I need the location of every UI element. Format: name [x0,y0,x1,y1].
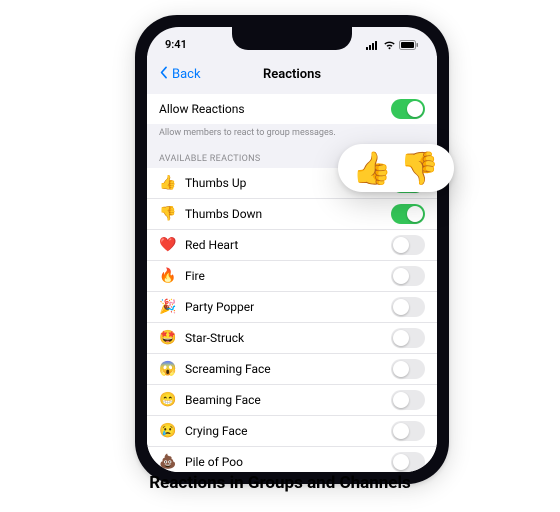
battery-icon [399,40,419,50]
reaction-emoji: 👍 [159,176,177,190]
reaction-toggle[interactable] [391,452,425,472]
back-label: Back [172,67,201,82]
chevron-left-icon [157,66,170,83]
reaction-row: 👎 Thumbs Down [147,198,437,229]
reaction-emoji: ❤️ [159,238,177,252]
screen: 9:41 Bac [147,27,437,472]
phone-frame: 9:41 Bac [135,15,449,484]
back-button[interactable]: Back [157,66,201,83]
reaction-row: 💩 Pile of Poo [147,446,437,472]
reaction-label: Crying Face [185,424,391,438]
reaction-row: 😁 Beaming Face [147,384,437,415]
reaction-label: Screaming Face [185,362,391,376]
reaction-list: 👍Thumbs Up👎Thumbs Down❤️Red Heart🔥Fire🎉P… [147,168,437,472]
reaction-toggle[interactable] [391,235,425,255]
reaction-toggle[interactable] [391,297,425,317]
reaction-popover: 👍 👎 [338,144,454,192]
reaction-emoji: 🎉 [159,300,177,314]
thumbs-up-icon: 👍 [352,152,392,184]
reaction-emoji: 🤩 [159,331,177,345]
reaction-toggle[interactable] [391,421,425,441]
reaction-row: 🤩 Star-Struck [147,322,437,353]
reaction-toggle[interactable] [391,266,425,286]
reaction-row: 😢 Crying Face [147,415,437,446]
wifi-icon [383,40,396,50]
reaction-toggle[interactable] [391,390,425,410]
notch [232,27,352,50]
reaction-label: Fire [185,269,391,283]
reaction-toggle[interactable] [391,359,425,379]
signal-icon [366,40,380,50]
caption: Reactions in Groups and Channels [0,473,560,493]
allow-reactions-toggle[interactable] [391,99,425,119]
reaction-label: Pile of Poo [185,455,391,469]
reaction-label: Party Popper [185,300,391,314]
allow-reactions-row: Allow Reactions [147,94,437,124]
reaction-row: 🔥 Fire [147,260,437,291]
reaction-row: ❤️ Red Heart [147,229,437,260]
reaction-emoji: 👎 [159,207,177,221]
reaction-row: 😱 Screaming Face [147,353,437,384]
reaction-label: Beaming Face [185,393,391,407]
reaction-label: Red Heart [185,238,391,252]
thumbs-down-icon: 👎 [400,152,440,184]
nav-bar: Back Reactions [147,56,437,92]
allow-reactions-label: Allow Reactions [159,102,391,116]
reaction-label: Thumbs Down [185,207,391,221]
reaction-label: Star-Struck [185,331,391,345]
reaction-emoji: 😱 [159,362,177,376]
reaction-row: 🎉 Party Popper [147,291,437,322]
reaction-emoji: 😁 [159,393,177,407]
reaction-toggle[interactable] [391,328,425,348]
reaction-emoji: 😢 [159,424,177,438]
reaction-toggle[interactable] [391,204,425,224]
reaction-emoji: 🔥 [159,269,177,283]
reaction-emoji: 💩 [159,455,177,469]
status-time: 9:41 [165,38,187,51]
